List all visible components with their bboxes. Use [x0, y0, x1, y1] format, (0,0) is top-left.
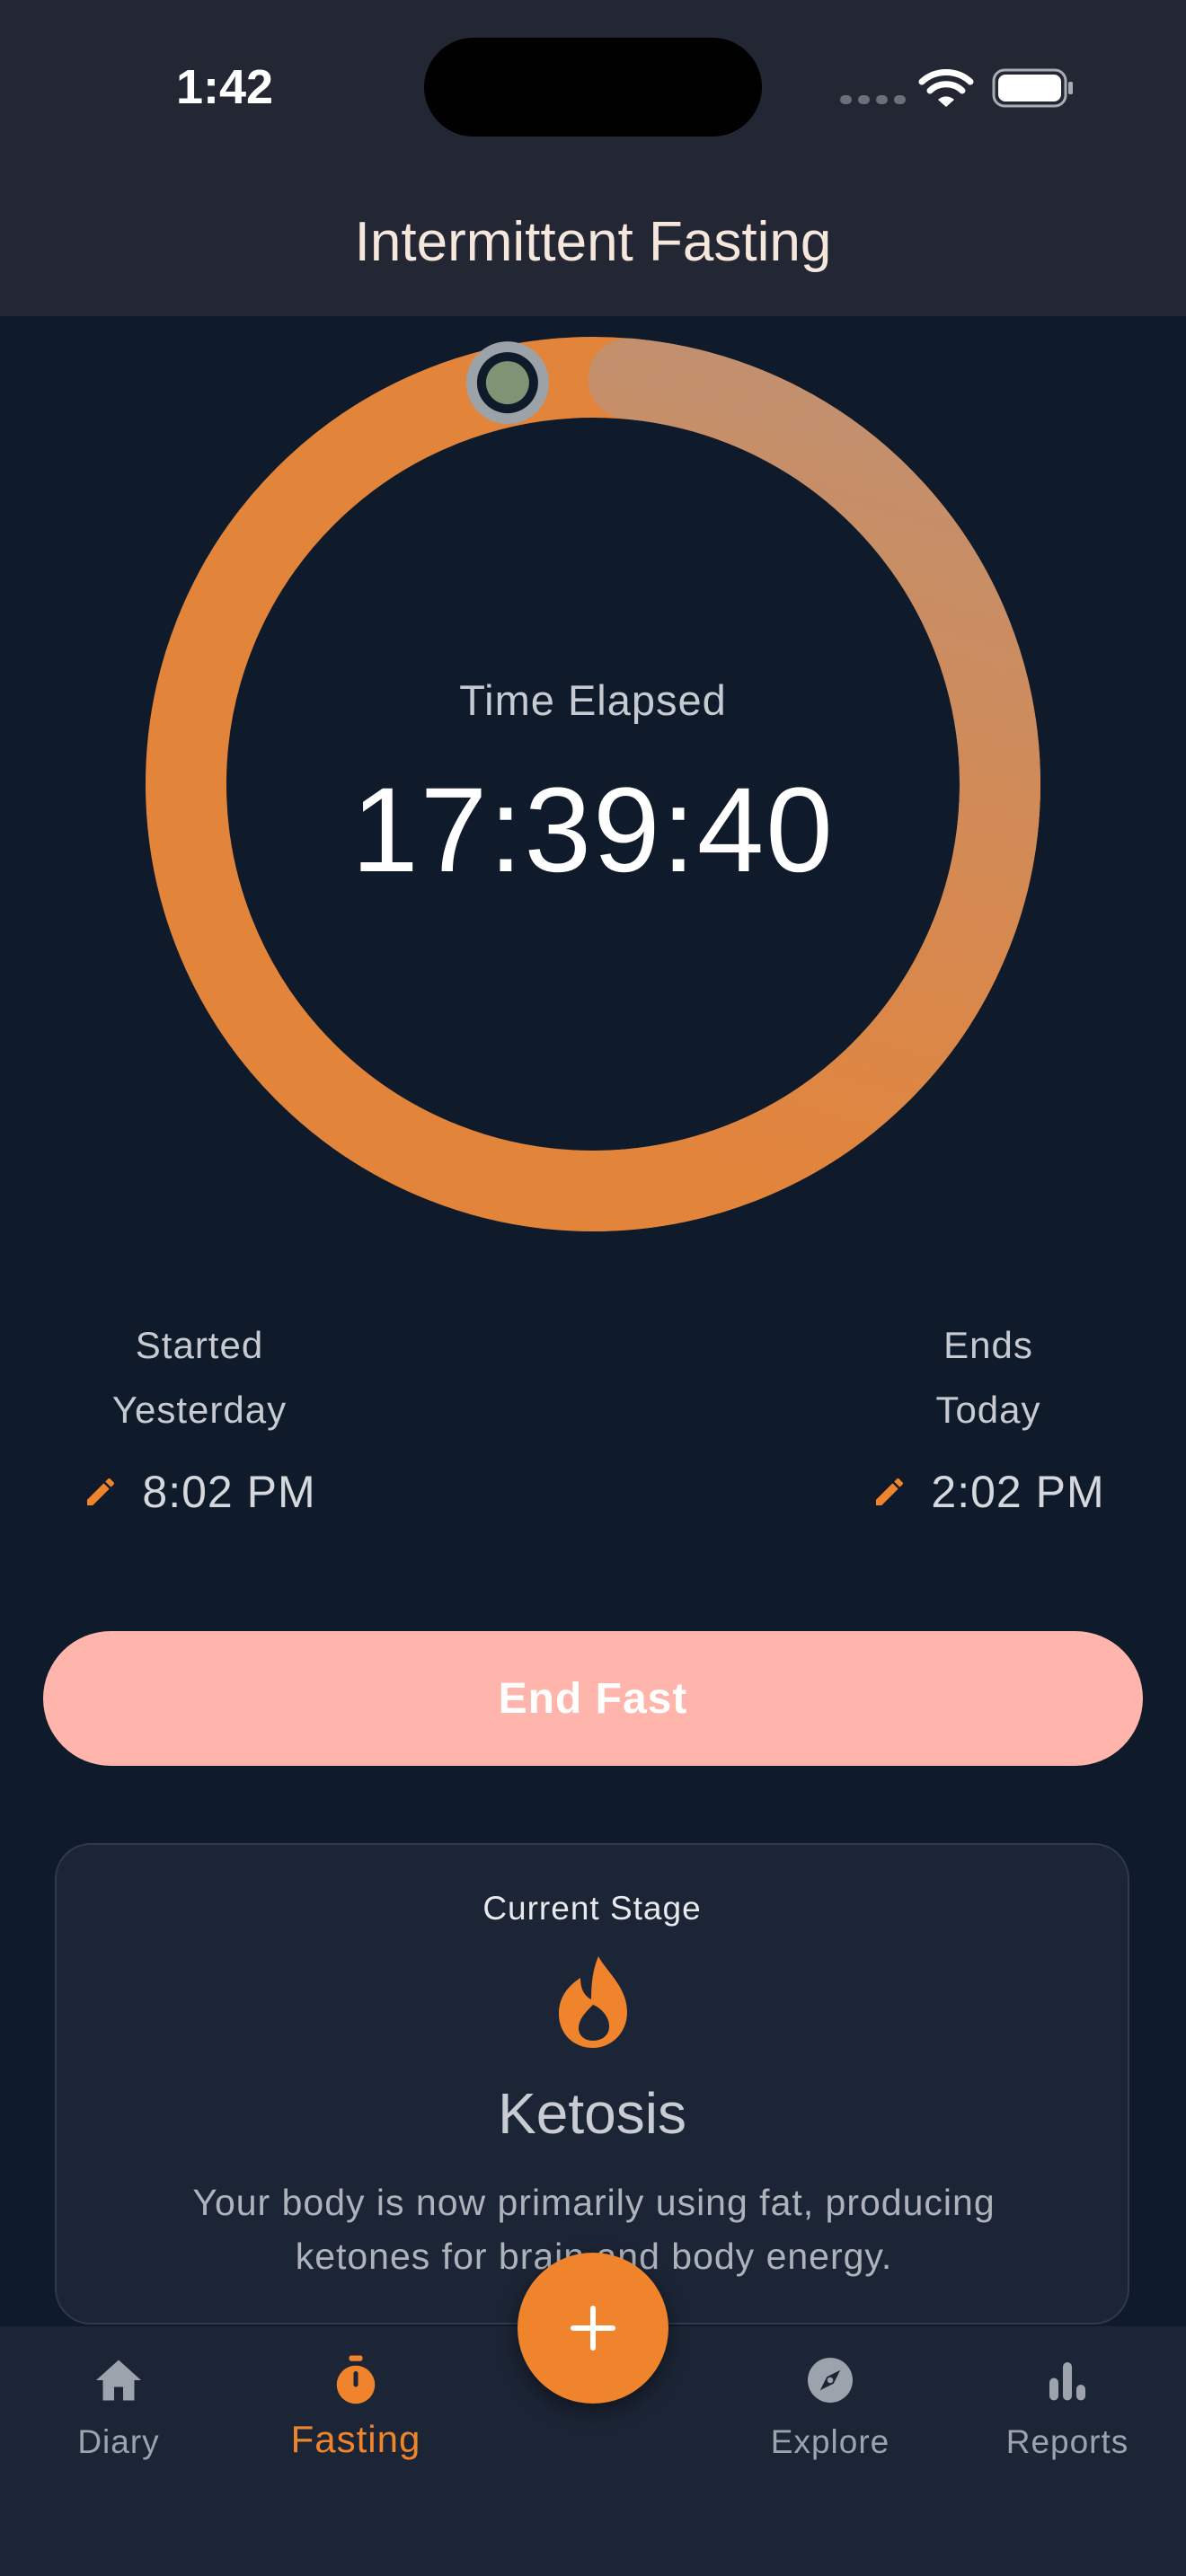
start-time-value: 8:02 PM — [142, 1467, 316, 1517]
tab-fasting[interactable]: Fasting — [248, 2326, 464, 2506]
tab-diary-label: Diary — [77, 2423, 160, 2460]
edit-end-time[interactable]: 2:02 PM — [854, 1466, 1123, 1518]
started-label: Started — [135, 1324, 264, 1366]
add-button[interactable] — [518, 2253, 668, 2404]
edit-start-time[interactable]: 8:02 PM — [65, 1466, 334, 1518]
flame-icon — [559, 1956, 627, 2048]
end-fast-button[interactable]: End Fast — [43, 1631, 1143, 1766]
tab-fasting-label: Fasting — [290, 2418, 421, 2460]
started-day: Yesterday — [111, 1389, 288, 1431]
end-time-section: Ends Today 2:02 PM — [854, 1313, 1123, 1518]
plus-icon — [571, 2306, 615, 2351]
ends-day: Today — [935, 1389, 1041, 1431]
ring-progress-knob[interactable] — [465, 341, 549, 425]
end-time-value: 2:02 PM — [931, 1467, 1105, 1517]
page-title: Intermittent Fasting — [354, 211, 832, 273]
time-elapsed-value: 17:39:40 — [351, 763, 835, 897]
tab-reports[interactable]: Reports — [960, 2326, 1175, 2506]
stopwatch-icon — [336, 2355, 376, 2404]
tab-explore-label: Explore — [770, 2423, 890, 2460]
battery-icon — [992, 68, 1073, 108]
dynamic-island — [424, 38, 762, 137]
tab-explore[interactable]: Explore — [722, 2326, 938, 2506]
status-time: 1:42 — [176, 60, 274, 114]
cellular-signal-icon — [840, 95, 906, 104]
current-stage-name: Ketosis — [498, 2081, 686, 2146]
pencil-icon[interactable] — [872, 1474, 907, 1510]
start-time-section: Started Yesterday 8:02 PM — [65, 1313, 334, 1518]
tab-diary[interactable]: Diary — [11, 2326, 226, 2506]
bar-chart-icon — [1049, 2362, 1085, 2401]
pencil-icon[interactable] — [83, 1474, 119, 1510]
time-elapsed-label: Time Elapsed — [459, 676, 727, 724]
compass-icon — [808, 2358, 853, 2403]
home-icon — [96, 2360, 141, 2401]
ends-label: Ends — [943, 1324, 1033, 1366]
current-stage-label: Current Stage — [482, 1890, 702, 1927]
tab-reports-label: Reports — [1005, 2423, 1129, 2460]
wifi-icon — [918, 69, 974, 107]
